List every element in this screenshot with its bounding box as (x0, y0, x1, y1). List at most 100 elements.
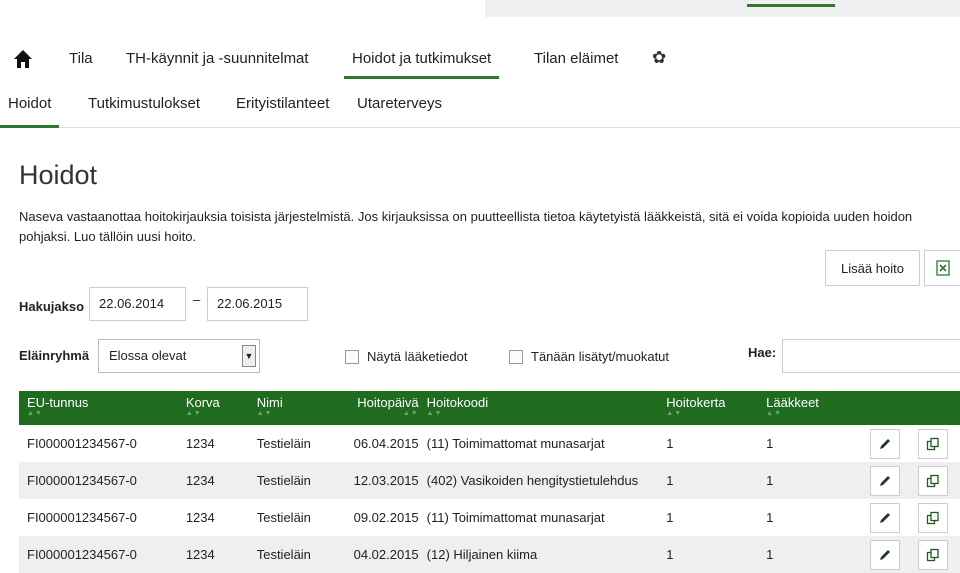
add-treatment-button[interactable]: Lisää hoito (825, 250, 920, 286)
dropdown-arrow-icon: ▼ (242, 345, 256, 367)
page-title: Hoidot (19, 160, 98, 190)
main-nav: Tila TH-käynnit ja -suunnitelmat Hoidot … (0, 40, 960, 80)
info-text: Naseva vastaanottaa hoitokirjauksia tois… (19, 209, 913, 244)
col-korva[interactable]: Korva ▲▼ (178, 391, 249, 425)
today-changes-label: Tänään lisätyt/muokatut (531, 349, 670, 364)
edit-cell (862, 462, 910, 499)
cell-hoitopaiva: 06.04.2015 (353, 436, 419, 451)
animal-group-select[interactable]: Elossa olevat ▼ (98, 339, 260, 373)
excel-icon (936, 260, 950, 276)
edit-icon (880, 549, 890, 560)
cell-eu-tunnus: FI000001234567-0 (27, 473, 137, 488)
cell-nimi: Testieläin (256, 473, 311, 488)
tab-erityistilanteet[interactable]: Erityistilanteet (236, 95, 329, 112)
checkbox-box[interactable] (509, 349, 523, 364)
edit-button[interactable] (870, 428, 900, 459)
nav-item-th-kaynnit[interactable]: TH-käynnit ja -suunnitelmat (126, 50, 309, 67)
copy-button[interactable] (917, 428, 948, 459)
gear-icon[interactable]: ✿ (652, 48, 666, 68)
top-accent-bar (747, 4, 835, 7)
cell-hoitokerta: 1 (666, 473, 674, 488)
cell-hoitokoodi: (402) Vasikoiden hengitystietulehdus (426, 473, 639, 488)
copy-button[interactable] (917, 465, 948, 496)
cell-korva: 1234 (185, 547, 215, 562)
cell-nimi: Testieläin (256, 547, 311, 562)
edit-icon (880, 512, 890, 523)
col-copy (910, 391, 960, 425)
table-row[interactable]: FI000001234567-0 1234 Testieläin 06.04.2015… (19, 425, 960, 462)
cell-hoitokerta: 1 (666, 547, 674, 562)
cell-eu-tunnus: FI000001234567-0 (27, 436, 137, 451)
table-row[interactable]: FI000001234567-0 1234 Testieläin 09.02.2015… (19, 499, 960, 536)
show-meds-checkbox[interactable]: Näytä lääketiedot (345, 349, 467, 364)
copy-cell (910, 462, 960, 499)
col-edit (862, 391, 910, 425)
treatments-table: EU-tunnus ▲▼ Korva ▲▼ Nimi ▲▼ Hoitopäivä ▲▼ … (19, 391, 960, 573)
today-changes-checkbox[interactable]: Tänään lisätyt/muokatut (509, 349, 669, 364)
copy-button[interactable] (917, 502, 948, 533)
cell-hoitokoodi: (11) Toimimattomat munasarjat (426, 510, 605, 525)
copy-icon (926, 548, 939, 561)
nav-item-tilan-elaimet[interactable]: Tilan eläimet (534, 50, 618, 67)
edit-cell (862, 499, 910, 536)
sort-icon: ▲▼ (666, 410, 683, 417)
col-hoitopaiva[interactable]: Hoitopäivä ▲▼ (346, 391, 423, 425)
cell-eu-tunnus: FI000001234567-0 (27, 510, 137, 525)
search-input[interactable] (782, 339, 960, 373)
nav-item-hoidot-ja-tutkimukset[interactable]: Hoidot ja tutkimukset (343, 50, 500, 79)
period-dash: – (193, 292, 201, 307)
sort-icon: ▲▼ (27, 410, 43, 417)
period-end-field[interactable]: 22.06.2015 (207, 287, 308, 321)
col-nimi[interactable]: Nimi ▲▼ (249, 391, 346, 425)
animal-group-value: Elossa olevat (109, 348, 187, 363)
tab-utareterveys[interactable]: Utareterveys (357, 95, 442, 112)
cell-laakkeet: 1 (766, 510, 774, 525)
animal-group-label: Eläinryhmä (19, 348, 90, 363)
cell-nimi: Testieläin (256, 436, 311, 451)
copy-icon (926, 511, 939, 524)
cell-laakkeet: 1 (766, 547, 774, 562)
top-strip (485, 0, 960, 17)
sort-icon: ▲▼ (256, 410, 273, 417)
cell-eu-tunnus: FI000001234567-0 (27, 547, 137, 562)
edit-button[interactable] (870, 502, 900, 533)
col-eu-tunnus[interactable]: EU-tunnus ▲▼ (19, 391, 178, 425)
copy-cell (910, 536, 960, 573)
cell-hoitopaiva: 12.03.2015 (353, 473, 419, 488)
sort-icon: ▲▼ (402, 410, 419, 417)
home-icon[interactable] (13, 49, 33, 69)
cell-korva: 1234 (185, 436, 215, 451)
cell-hoitopaiva: 04.02.2015 (353, 547, 419, 562)
period-label: Hakujakso (19, 299, 85, 314)
edit-button[interactable] (870, 539, 900, 570)
copy-cell (910, 425, 960, 462)
edit-button[interactable] (870, 465, 900, 496)
col-hoitokoodi[interactable]: Hoitokoodi ▲▼ (423, 391, 659, 425)
cell-hoitokerta: 1 (666, 436, 674, 451)
col-laakkeet[interactable]: Lääkkeet ▲▼ (758, 391, 862, 425)
cell-hoitokerta: 1 (666, 510, 674, 525)
cell-korva: 1234 (185, 473, 215, 488)
cell-nimi: Testieläin (256, 510, 311, 525)
cell-laakkeet: 1 (766, 436, 774, 451)
table-header-row: EU-tunnus ▲▼ Korva ▲▼ Nimi ▲▼ Hoitopäivä ▲▼ … (19, 391, 960, 425)
sort-icon: ▲▼ (426, 410, 443, 417)
copy-icon (926, 437, 939, 450)
period-start-field[interactable]: 22.06.2014 (89, 287, 186, 321)
sort-icon: ▲▼ (766, 410, 783, 417)
table-row[interactable]: FI000001234567-0 1234 Testieläin 12.03.2015… (19, 462, 960, 499)
edit-icon (880, 475, 890, 486)
table-row[interactable]: FI000001234567-0 1234 Testieläin 04.02.2015… (19, 536, 960, 573)
col-hoitokerta[interactable]: Hoitokerta ▲▼ (658, 391, 758, 425)
nav-item-tila[interactable]: Tila (69, 50, 93, 67)
sort-icon: ▲▼ (185, 410, 202, 417)
search-label: Hae: (748, 345, 777, 360)
excel-export-button[interactable] (924, 250, 960, 286)
copy-button[interactable] (917, 539, 948, 570)
tab-tutkimustulokset[interactable]: Tutkimustulokset (88, 95, 200, 112)
checkbox-box[interactable] (345, 349, 359, 364)
cell-hoitokoodi: (12) Hiljainen kiima (426, 547, 538, 562)
cell-hoitopaiva: 09.02.2015 (353, 510, 419, 525)
edit-cell (862, 425, 910, 462)
tab-hoidot[interactable]: Hoidot (0, 95, 60, 128)
